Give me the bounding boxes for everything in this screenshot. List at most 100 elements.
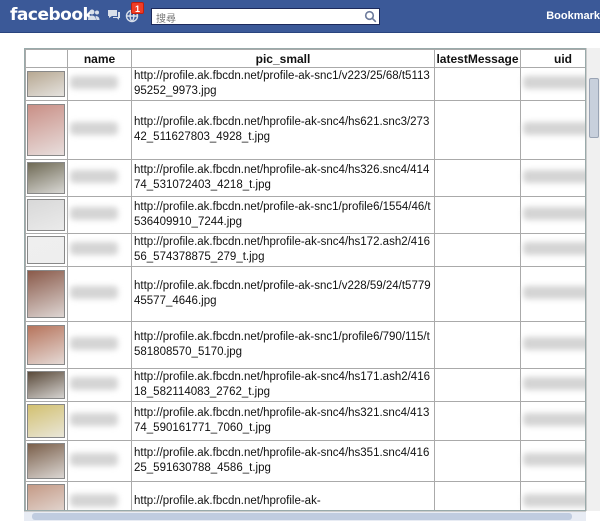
- profile-thumbnail[interactable]: [27, 236, 65, 264]
- table-row: http://profile.ak.fbcdn.net/hprofile-ak-…: [25, 368, 585, 402]
- uid-cell: [520, 481, 585, 510]
- header-latest-message[interactable]: latestMessage: [434, 49, 521, 68]
- pic-small-cell: http://profile.ak.fbcdn.net/profile-ak-s…: [131, 321, 435, 369]
- latest-message-cell: [434, 440, 521, 482]
- profile-picture-cell: [25, 266, 68, 322]
- profile-thumbnail[interactable]: [27, 404, 65, 438]
- header-pic-small[interactable]: pic_small: [131, 49, 435, 68]
- name-cell: [67, 196, 132, 234]
- redacted-uid: [523, 493, 585, 507]
- redacted-name: [70, 170, 118, 183]
- pic-small-url: http://profile.ak.fbcdn.net/hprofile-ak-…: [134, 447, 430, 474]
- table-row: http://profile.ak.fbcdn.net/hprofile-ak-…: [25, 233, 585, 267]
- pic-small-url: http://profile.ak.fbcdn.net/profile-ak-s…: [134, 331, 430, 358]
- pic-small-cell: http://profile.ak.fbcdn.net/hprofile-ak-…: [131, 368, 435, 402]
- facebook-top-bar: facebook 1 搜尋 Bookmark: [0, 0, 600, 33]
- friend-requests-icon[interactable]: [86, 7, 102, 23]
- redacted-uid: [523, 207, 585, 220]
- redacted-name: [70, 337, 118, 350]
- profile-thumbnail[interactable]: [27, 71, 65, 97]
- table-row: http://profile.ak.fbcdn.net/profile-ak-s…: [25, 196, 585, 234]
- pic-small-url: http://profile.ak.fbcdn.net/hprofile-ak-…: [134, 236, 430, 263]
- name-cell: [67, 233, 132, 267]
- name-cell: [67, 159, 132, 197]
- profile-thumbnail[interactable]: [27, 371, 65, 399]
- latest-message-cell: [434, 159, 521, 197]
- redacted-uid: [523, 413, 585, 426]
- header-name[interactable]: name: [67, 49, 132, 68]
- profile-thumbnail[interactable]: [27, 199, 65, 231]
- profile-thumbnail[interactable]: [27, 162, 65, 194]
- profile-thumbnail[interactable]: [27, 325, 65, 365]
- profile-thumbnail[interactable]: [27, 104, 65, 156]
- profile-picture-cell: [25, 159, 68, 197]
- profile-picture-cell: [25, 321, 68, 369]
- table-body: http://profile.ak.fbcdn.net/profile-ak-s…: [25, 67, 585, 510]
- pic-small-cell: http://profile.ak.fbcdn.net/hprofile-ak-: [131, 481, 435, 510]
- table-row: http://profile.ak.fbcdn.net/hprofile-ak-…: [25, 159, 585, 197]
- uid-cell: [520, 67, 585, 101]
- table-row: http://profile.ak.fbcdn.net/hprofile-ak-…: [25, 401, 585, 441]
- latest-message-cell: [434, 100, 521, 160]
- redacted-name: [70, 453, 118, 466]
- latest-message-cell: [434, 368, 521, 402]
- pic-small-cell: http://profile.ak.fbcdn.net/profile-ak-s…: [131, 67, 435, 101]
- horizontal-scrollbar[interactable]: [24, 511, 586, 521]
- profile-thumbnail[interactable]: [27, 483, 65, 510]
- table-row: http://profile.ak.fbcdn.net/hprofile-ak-…: [25, 100, 585, 160]
- pic-small-cell: http://profile.ak.fbcdn.net/hprofile-ak-…: [131, 233, 435, 267]
- profile-picture-cell: [25, 401, 68, 441]
- redacted-name: [70, 207, 118, 220]
- pic-small-cell: http://profile.ak.fbcdn.net/profile-ak-s…: [131, 266, 435, 322]
- uid-cell: [520, 368, 585, 402]
- redacted-uid: [523, 242, 585, 255]
- header-uid[interactable]: uid: [520, 49, 585, 68]
- latest-message-cell: [434, 233, 521, 267]
- uid-cell: [520, 159, 585, 197]
- notification-count-badge: 1: [131, 2, 144, 14]
- redacted-name: [70, 122, 118, 135]
- profile-picture-cell: [25, 368, 68, 402]
- redacted-name: [70, 286, 118, 299]
- name-cell: [67, 67, 132, 101]
- uid-cell: [520, 100, 585, 160]
- messages-icon[interactable]: [106, 7, 122, 23]
- redacted-uid: [523, 122, 585, 135]
- latest-message-cell: [434, 196, 521, 234]
- pic-small-cell: http://profile.ak.fbcdn.net/profile-ak-s…: [131, 196, 435, 234]
- header-picture: [25, 49, 68, 68]
- search-icon[interactable]: [364, 10, 377, 23]
- table-row: http://profile.ak.fbcdn.net/profile-ak-s…: [25, 67, 585, 101]
- profile-picture-cell: [25, 67, 68, 101]
- redacted-uid: [523, 377, 585, 390]
- results-table: name pic_small latestMessage uid http://…: [25, 49, 585, 510]
- facebook-logo[interactable]: facebook: [10, 5, 94, 25]
- bookmark-link[interactable]: Bookmark: [546, 10, 600, 22]
- redacted-name: [70, 242, 118, 255]
- table-row: http://profile.ak.fbcdn.net/hprofile-ak-: [25, 481, 585, 510]
- uid-cell: [520, 440, 585, 482]
- horizontal-scroll-thumb[interactable]: [32, 513, 572, 520]
- vertical-scroll-thumb[interactable]: [589, 78, 599, 138]
- pic-small-cell: http://profile.ak.fbcdn.net/hprofile-ak-…: [131, 100, 435, 160]
- redacted-name: [70, 493, 118, 507]
- table-row: http://profile.ak.fbcdn.net/profile-ak-s…: [25, 321, 585, 369]
- uid-cell: [520, 196, 585, 234]
- pic-small-cell: http://profile.ak.fbcdn.net/hprofile-ak-…: [131, 401, 435, 441]
- vertical-scrollbar[interactable]: [586, 48, 600, 511]
- profile-picture-cell: [25, 481, 68, 510]
- table-header-row: name pic_small latestMessage uid: [25, 49, 585, 68]
- profile-picture-cell: [25, 100, 68, 160]
- redacted-uid: [523, 170, 585, 183]
- redacted-uid: [523, 453, 585, 466]
- name-cell: [67, 368, 132, 402]
- uid-cell: [520, 401, 585, 441]
- name-cell: [67, 440, 132, 482]
- page-content: name pic_small latestMessage uid http://…: [0, 33, 600, 521]
- pic-small-url: http://profile.ak.fbcdn.net/profile-ak-s…: [134, 201, 431, 228]
- uid-cell: [520, 233, 585, 267]
- profile-picture-cell: [25, 196, 68, 234]
- profile-thumbnail[interactable]: [27, 443, 65, 479]
- profile-thumbnail[interactable]: [27, 270, 65, 318]
- search-input[interactable]: 搜尋: [151, 8, 380, 25]
